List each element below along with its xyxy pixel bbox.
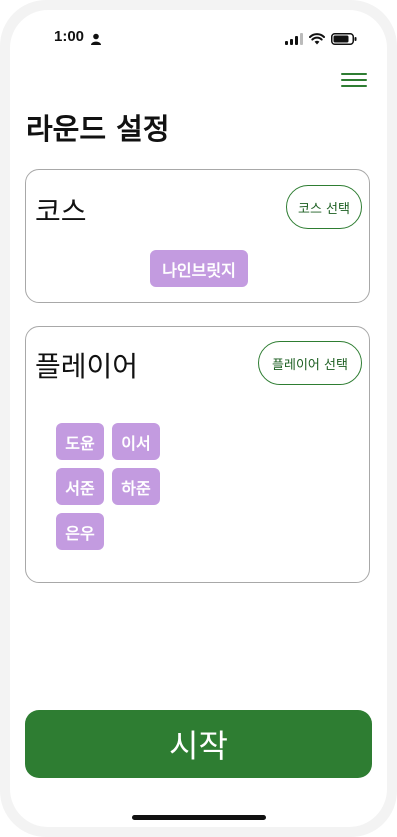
player-chip[interactable]: 서준	[56, 468, 104, 505]
home-indicator[interactable]	[132, 815, 266, 820]
player-chip[interactable]: 이서	[112, 423, 160, 460]
phone-frame: 1:00 라운드 설정 코스 코스 선택 나인브릿지 플레이어 플레이어 선택 …	[0, 0, 397, 837]
start-button[interactable]: 시작	[25, 710, 372, 778]
player-chip[interactable]: 하준	[112, 468, 160, 505]
select-course-button[interactable]: 코스 선택	[286, 185, 362, 229]
select-player-button[interactable]: 플레이어 선택	[258, 341, 362, 385]
player-chip[interactable]: 은우	[56, 513, 104, 550]
cellular-signal-icon	[285, 30, 303, 49]
system-icons	[285, 30, 357, 49]
player-card: 플레이어 플레이어 선택 도윤 이서 서준 하준 은우	[25, 326, 370, 583]
screen: 1:00 라운드 설정 코스 코스 선택 나인브릿지 플레이어 플레이어 선택 …	[10, 10, 387, 827]
person-icon	[90, 30, 102, 49]
selected-course-chip[interactable]: 나인브릿지	[150, 250, 248, 287]
wifi-icon	[309, 30, 325, 49]
player-chip-list: 도윤 이서 서준 하준 은우	[56, 423, 166, 550]
course-card: 코스 코스 선택 나인브릿지	[25, 169, 370, 303]
page-title: 라운드 설정	[26, 112, 170, 146]
hamburger-menu-icon[interactable]	[341, 73, 367, 93]
status-bar: 1:00	[10, 10, 387, 60]
status-time: 1:00	[54, 28, 85, 45]
player-card-title: 플레이어	[35, 350, 139, 383]
battery-icon	[331, 30, 357, 49]
course-card-title: 코스	[35, 195, 87, 228]
player-chip[interactable]: 도윤	[56, 423, 104, 460]
